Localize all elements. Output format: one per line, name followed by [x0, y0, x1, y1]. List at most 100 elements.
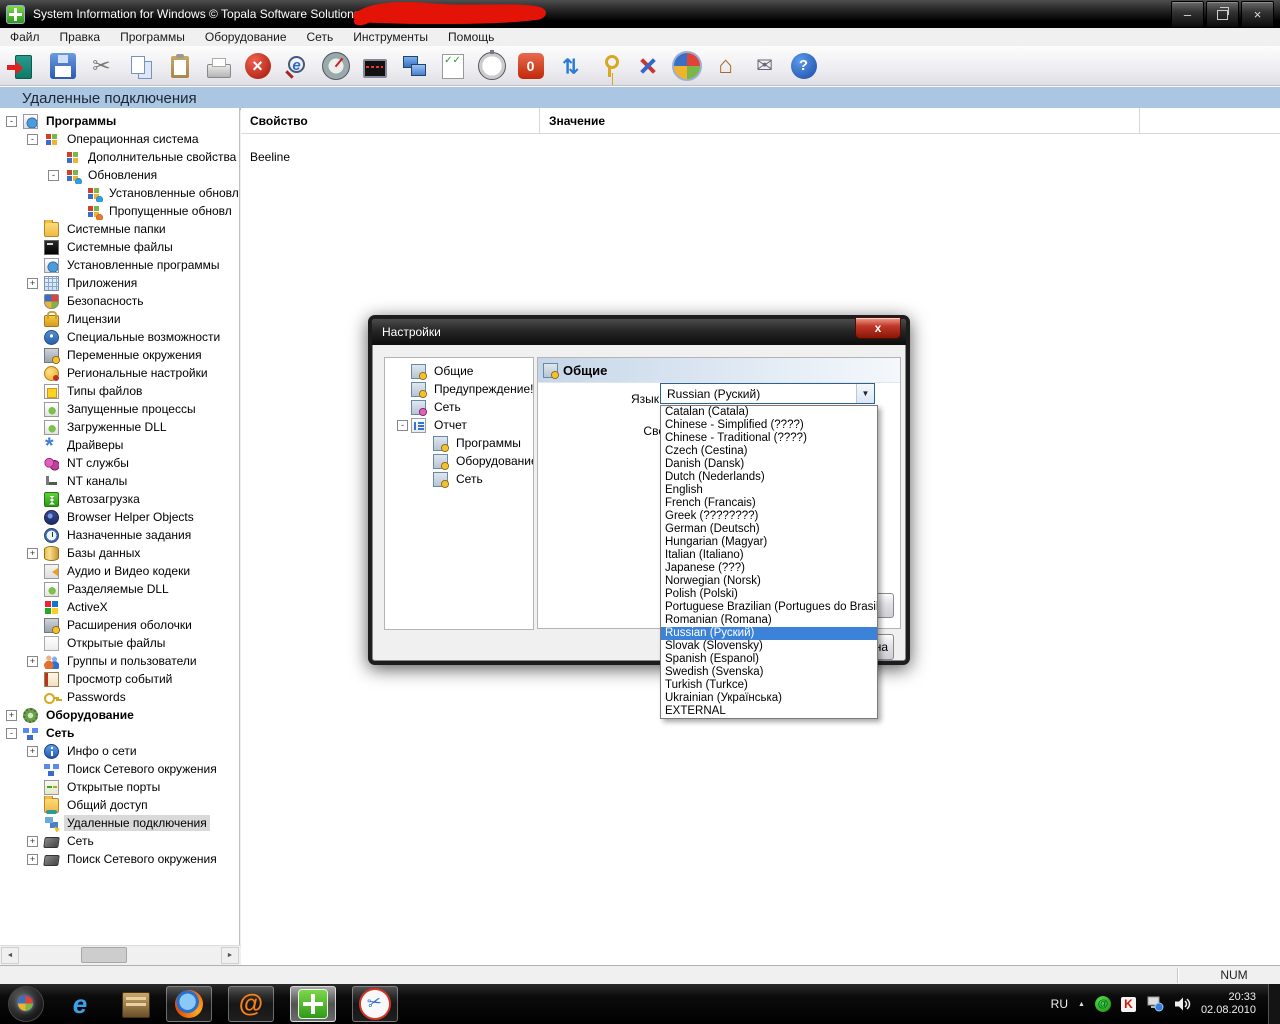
tree-item-Группы и пользователи[interactable]: + Группы и пользователи: [0, 652, 239, 670]
menu-item-Правка[interactable]: Правка: [50, 28, 111, 46]
minimize-button[interactable]: –: [1171, 1, 1204, 28]
dropdown-option[interactable]: Greek (????????): [661, 510, 877, 523]
tree-item-Установленные обновл[interactable]: Установленные обновл: [0, 184, 239, 202]
dialog-close-button[interactable]: x: [855, 317, 901, 339]
dropdown-option[interactable]: Romanian (Romana): [661, 614, 877, 627]
tree-item-Базы данных[interactable]: + Базы данных: [0, 544, 239, 562]
expand-icon[interactable]: +: [27, 277, 38, 289]
tree-item-Запущенные процессы[interactable]: Запущенные процессы: [0, 400, 239, 418]
tree-item-Открытые файлы[interactable]: Открытые файлы: [0, 634, 239, 652]
tree-item-Безопасность[interactable]: Безопасность: [0, 292, 239, 310]
tree-item-Лицензии[interactable]: Лицензии: [0, 310, 239, 328]
clock[interactable]: 20:33 02.08.2010: [1201, 991, 1256, 1017]
tree-item-Отчет[interactable]: - Отчет: [385, 416, 533, 434]
tree-item-Предупреждение![interactable]: Предупреждение!: [385, 380, 533, 398]
tree-item-Аудио и Видео кодеки[interactable]: Аудио и Видео кодеки: [0, 562, 239, 580]
mailru-agent-taskbar-button[interactable]: @: [228, 986, 274, 1022]
tree-item-Инфо о сети[interactable]: + Инфо о сети: [0, 742, 239, 760]
checklist-button[interactable]: ✓✓: [433, 49, 472, 83]
column-property[interactable]: Свойство: [241, 108, 540, 133]
tree-item-Пропущенные обновл[interactable]: Пропущенные обновл: [0, 202, 239, 220]
tree-item-Переменные окружения[interactable]: Переменные окружения: [0, 346, 239, 364]
dropdown-option[interactable]: Dutch (Nederlands): [661, 471, 877, 484]
tree-item-Установленные программы[interactable]: Установленные программы: [0, 256, 239, 274]
stop-button[interactable]: ×: [238, 49, 277, 83]
power-button[interactable]: 0: [511, 49, 550, 83]
language-indicator[interactable]: RU: [1051, 997, 1068, 1011]
menu-item-Инструменты[interactable]: Инструменты: [343, 28, 438, 46]
tree-horizontal-scrollbar[interactable]: ◄ ►: [0, 945, 241, 964]
restore-button[interactable]: [1206, 1, 1239, 28]
volume-tray-icon[interactable]: [1174, 996, 1191, 1012]
cut-button[interactable]: ✂: [82, 49, 121, 83]
internet-explorer-taskbar-button[interactable]: e: [66, 986, 94, 1022]
tree-item-Оборудование[interactable]: Оборудование: [385, 452, 533, 470]
tree-item-NT службы[interactable]: NT службы: [0, 454, 239, 472]
mailru-tray-icon[interactable]: @: [1094, 996, 1111, 1012]
gauge-button[interactable]: [316, 49, 355, 83]
scroll-left-button[interactable]: ◄: [1, 947, 19, 964]
expand-icon[interactable]: +: [27, 655, 38, 667]
tree-item-Назначенные задания[interactable]: Назначенные задания: [0, 526, 239, 544]
siw-taskbar-button[interactable]: [290, 986, 336, 1022]
network-tray-icon[interactable]: [1146, 996, 1164, 1012]
menu-item-Программы[interactable]: Программы: [110, 28, 195, 46]
expand-icon[interactable]: +: [27, 853, 38, 865]
tools-button[interactable]: [628, 49, 667, 83]
expand-icon[interactable]: +: [27, 835, 38, 847]
help-button[interactable]: ?: [784, 49, 823, 83]
windows-update-button[interactable]: [667, 49, 706, 83]
copy-button[interactable]: [121, 49, 160, 83]
column-value[interactable]: Значение: [540, 108, 1140, 133]
tree-item-Автозагрузка[interactable]: Автозагрузка: [0, 490, 239, 508]
dropdown-option[interactable]: Portuguese Brazilian (Portugues do Brasi…: [661, 601, 877, 614]
tree-item-Сеть[interactable]: + Сеть: [0, 832, 239, 850]
screenshot-tool-taskbar-button[interactable]: ✂: [352, 984, 398, 1024]
firefox-taskbar-button[interactable]: [166, 986, 212, 1022]
tree-item-Открытые порты[interactable]: Открытые порты: [0, 778, 239, 796]
dropdown-option[interactable]: Slovak (Slovensky): [661, 640, 877, 653]
tree-item-Поиск Сетевого окружения[interactable]: Поиск Сетевого окружения: [0, 760, 239, 778]
tree-item-Драйверы[interactable]: Драйверы: [0, 436, 239, 454]
tree-item-Поиск Сетевого окружения[interactable]: + Поиск Сетевого окружения: [0, 850, 239, 868]
dropdown-option[interactable]: Catalan (Catala): [661, 406, 877, 419]
tree-item-Специальные возможности[interactable]: Специальные возможности: [0, 328, 239, 346]
dropdown-option[interactable]: German (Deutsch): [661, 523, 877, 536]
dropdown-option[interactable]: Swedish (Svenska): [661, 666, 877, 679]
table-row[interactable]: Beeline: [241, 134, 1280, 164]
tree-item-Просмотр событий[interactable]: Просмотр событий: [0, 670, 239, 688]
exit-button[interactable]: [4, 49, 43, 83]
dropdown-option[interactable]: French (Francais): [661, 497, 877, 510]
menu-item-Оборудование[interactable]: Оборудование: [195, 28, 297, 46]
tree-item-ActiveX[interactable]: ActiveX: [0, 598, 239, 616]
expand-icon[interactable]: +: [27, 547, 38, 559]
dropdown-option[interactable]: Chinese - Traditional (????): [661, 432, 877, 445]
hidden-icons-icon[interactable]: ▲: [1078, 1001, 1085, 1008]
tree-item-Типы файлов[interactable]: Типы файлов: [0, 382, 239, 400]
home-button[interactable]: ⌂: [706, 49, 745, 83]
dropdown-option[interactable]: Czech (Cestina): [661, 445, 877, 458]
collapse-icon[interactable]: -: [6, 727, 17, 739]
menu-item-Сеть[interactable]: Сеть: [297, 28, 344, 46]
tree-item-Passwords[interactable]: Passwords: [0, 688, 239, 706]
tree-item-Системные папки[interactable]: Системные папки: [0, 220, 239, 238]
expand-icon[interactable]: +: [27, 745, 38, 757]
start-taskbar-button[interactable]: [8, 986, 44, 1022]
tree-item-Сеть[interactable]: - Сеть: [0, 724, 239, 742]
show-desktop-button[interactable]: [1268, 984, 1280, 1024]
tree-item-Общий доступ[interactable]: Общий доступ: [0, 796, 239, 814]
tree-item-NT каналы[interactable]: NT каналы: [0, 472, 239, 490]
dropdown-option[interactable]: Japanese (???): [661, 562, 877, 575]
key-button[interactable]: [589, 49, 628, 83]
collapse-icon[interactable]: -: [6, 115, 17, 127]
tree-item-Операционная система[interactable]: - Операционная система: [0, 130, 239, 148]
monitor-button[interactable]: [355, 49, 394, 83]
tree-item-Региональные настройки[interactable]: Региональные настройки: [0, 364, 239, 382]
tree-item-Разделяемые DLL[interactable]: Разделяемые DLL: [0, 580, 239, 598]
tree-item-Приложения[interactable]: + Приложения: [0, 274, 239, 292]
menu-item-Помощь[interactable]: Помощь: [438, 28, 504, 46]
timer-button[interactable]: [472, 49, 511, 83]
dropdown-option[interactable]: Danish (Dansk): [661, 458, 877, 471]
close-button[interactable]: ×: [1241, 1, 1274, 28]
tree-item-Дополнительные свойства[interactable]: Дополнительные свойства: [0, 148, 239, 166]
